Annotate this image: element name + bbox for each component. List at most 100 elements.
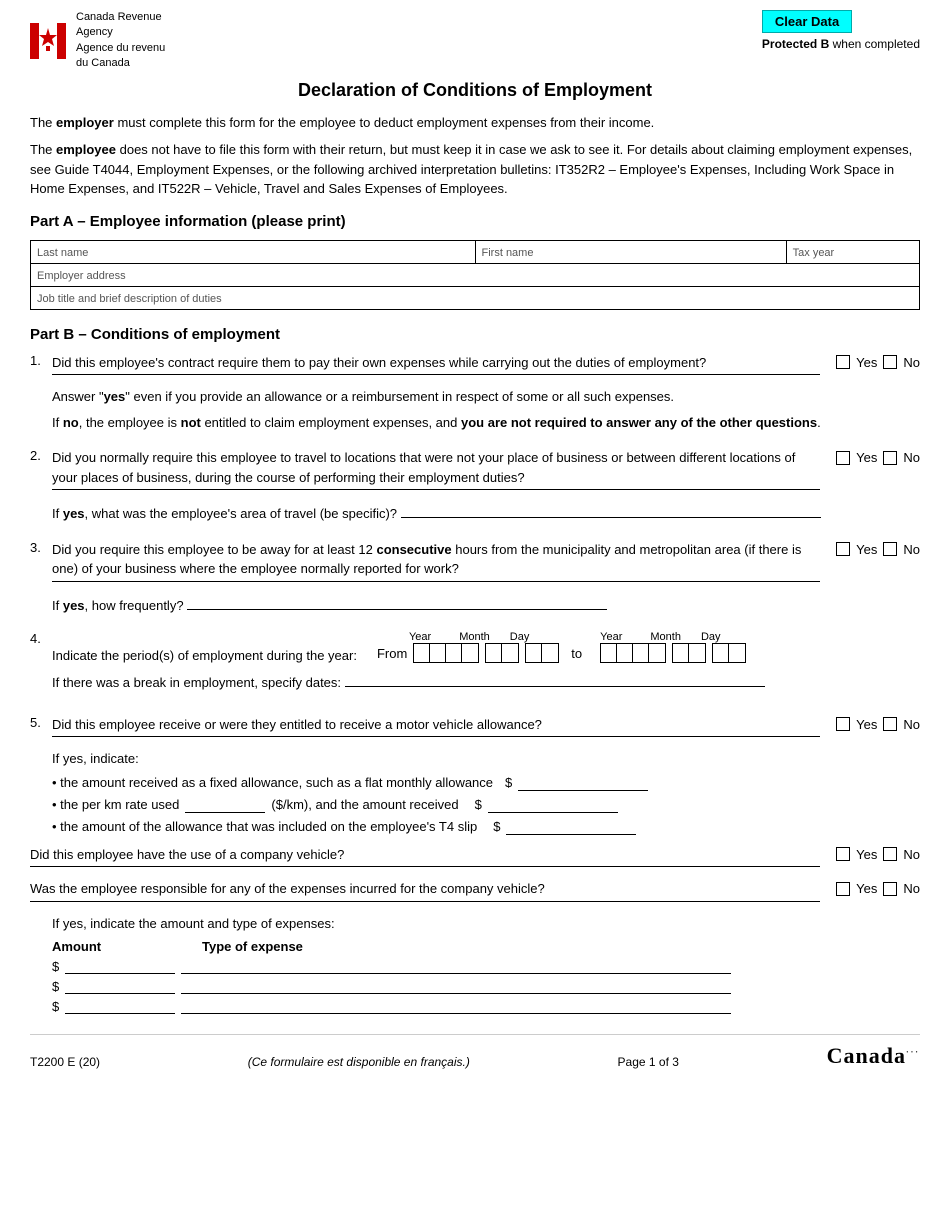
question-2-block: 2. Did you normally require this employe… (30, 448, 920, 524)
responsible-no-label: No (903, 881, 920, 896)
company-vehicle-no-checkbox[interactable] (883, 847, 897, 861)
company-vehicle-section: Did this employee have the use of a comp… (30, 845, 920, 1015)
q5-yes-no: Yes No (830, 717, 920, 732)
q4-break-row: If there was a break in employment, spec… (52, 671, 920, 693)
logo-area: Canada RevenueAgency Agence du revenudu … (30, 10, 165, 72)
type-header: Type of expense (202, 939, 303, 954)
q3-yes-label: Yes (856, 542, 877, 557)
amount-field-1[interactable] (65, 958, 175, 974)
q5-bullet2-field[interactable] (488, 797, 618, 813)
responsible-yes-checkbox[interactable] (836, 882, 850, 896)
q5-bullet2-text1: • the per km rate used (52, 797, 179, 812)
q5-yes-checkbox[interactable] (836, 717, 850, 731)
q3-no-checkbox[interactable] (883, 542, 897, 556)
part-a-heading: Part A – Employee information (please pr… (30, 213, 920, 230)
q4-from-month[interactable] (485, 643, 519, 663)
q1-sub2: If no, the employee is not entitled to c… (52, 413, 920, 433)
q4-from-row: From to (377, 643, 582, 663)
q4-day-label1: Day (510, 631, 530, 643)
q5-bullet2-row: • the per km rate used ($/km), and the a… (52, 797, 920, 813)
q4-from-labels: Year Month Day (377, 631, 529, 643)
question-1-block: 1. Did this employee's contract require … (30, 353, 920, 433)
name-row: Last name First name Tax year (31, 240, 920, 263)
if-yes-indicate: If yes, indicate the amount and type of … (52, 914, 920, 934)
responsible-yes-label: Yes (856, 881, 877, 896)
employer-address-cell: Employer address (31, 263, 920, 286)
q5-bullet3-dollar: $ (493, 819, 500, 834)
q4-to-year[interactable] (600, 643, 666, 663)
type-field-3[interactable] (181, 998, 731, 1014)
q4-year-label1: Year (409, 631, 431, 643)
q3-sub1: If yes, how frequently? (52, 594, 920, 616)
q1-text: Did this employee's contract require the… (52, 353, 830, 382)
dollar-sign-2: $ (52, 979, 59, 994)
q4-month-label1: Month (459, 631, 490, 643)
q4-to-month[interactable] (672, 643, 706, 663)
q4-day-label2: Day (701, 631, 721, 643)
q5-no-label: No (903, 717, 920, 732)
q3-num: 3. (30, 540, 52, 555)
responsible-text: Was the employee responsible for any of … (30, 879, 830, 908)
question-3-block: 3. Did you require this employee to be a… (30, 540, 920, 616)
q4-from-day[interactable] (525, 643, 559, 663)
q5-bullet1-dollar: $ (505, 775, 512, 790)
form-title: Declaration of Conditions of Employment (30, 80, 920, 101)
company-vehicle-yes-checkbox[interactable] (836, 847, 850, 861)
question-4-block: 4. Indicate the period(s) of employment … (30, 631, 920, 699)
q2-num: 2. (30, 448, 52, 463)
type-field-2[interactable] (181, 978, 731, 994)
q4-to-day[interactable] (712, 643, 746, 663)
q1-yes-no: Yes No (830, 355, 920, 370)
protected-text: Protected B when completed (762, 37, 920, 51)
expense-row-1: $ (52, 958, 920, 974)
form-footer: T2200 E (20) (Ce formulaire est disponib… (30, 1034, 920, 1069)
question-3-row: 3. Did you require this employee to be a… (30, 540, 920, 588)
q5-bullet2-dollar: $ (475, 797, 482, 812)
q2-no-checkbox[interactable] (883, 451, 897, 465)
q1-no-checkbox[interactable] (883, 355, 897, 369)
q5-km-rate-field[interactable] (185, 797, 265, 813)
amount-field-2[interactable] (65, 978, 175, 994)
q1-num: 1. (30, 353, 52, 368)
q5-no-checkbox[interactable] (883, 717, 897, 731)
q2-yes-checkbox[interactable] (836, 451, 850, 465)
amount-type-header: Amount Type of expense (52, 939, 920, 954)
q2-travel-area-field[interactable] (401, 502, 821, 518)
expense-row-2: $ (52, 978, 920, 994)
q5-bullet3-row: • the amount of the allowance that was i… (52, 819, 920, 835)
canada-wordmark: Canada··· (827, 1043, 920, 1069)
job-title-cell: Job title and brief description of dutie… (31, 286, 920, 309)
q1-sub1: Answer "yes" even if you provide an allo… (52, 387, 920, 407)
question-2-row: 2. Did you normally require this employe… (30, 448, 920, 496)
responsible-yes-no: Yes No (830, 881, 920, 896)
last-name-cell: Last name (31, 240, 476, 263)
job-title-row: Job title and brief description of dutie… (31, 286, 920, 309)
company-vehicle-yes-no: Yes No (830, 847, 920, 862)
q5-bullet3-field[interactable] (506, 819, 636, 835)
q4-break-dates-field[interactable] (345, 671, 765, 687)
q1-yes-checkbox[interactable] (836, 355, 850, 369)
q3-yes-checkbox[interactable] (836, 542, 850, 556)
q4-to-label: to (571, 646, 582, 661)
q3-no-label: No (903, 542, 920, 557)
q3-text: Did you require this employee to be away… (52, 540, 830, 588)
q2-text: Did you normally require this employee t… (52, 448, 830, 496)
amount-field-3[interactable] (65, 998, 175, 1014)
q2-no-label: No (903, 450, 920, 465)
q4-from-year[interactable] (413, 643, 479, 663)
job-title-label: Job title and brief description of dutie… (37, 293, 222, 325)
q5-text: Did this employee receive or were they e… (52, 715, 830, 744)
tax-year-cell: Tax year (786, 240, 919, 263)
amount-header: Amount (52, 939, 172, 954)
q5-bullet1-field[interactable] (518, 775, 648, 791)
q1-yes-label: Yes (856, 355, 877, 370)
company-vehicle-yes-label: Yes (856, 847, 877, 862)
responsible-no-checkbox[interactable] (883, 882, 897, 896)
form-number: T2200 E (20) (30, 1055, 100, 1069)
clear-data-button[interactable]: Clear Data (762, 10, 852, 33)
question-5-block: 5. Did this employee receive or were the… (30, 715, 920, 1015)
type-field-1[interactable] (181, 958, 731, 974)
q4-year-label2: Year (600, 631, 622, 643)
q2-yes-no: Yes No (830, 450, 920, 465)
q3-frequency-field[interactable] (187, 594, 607, 610)
